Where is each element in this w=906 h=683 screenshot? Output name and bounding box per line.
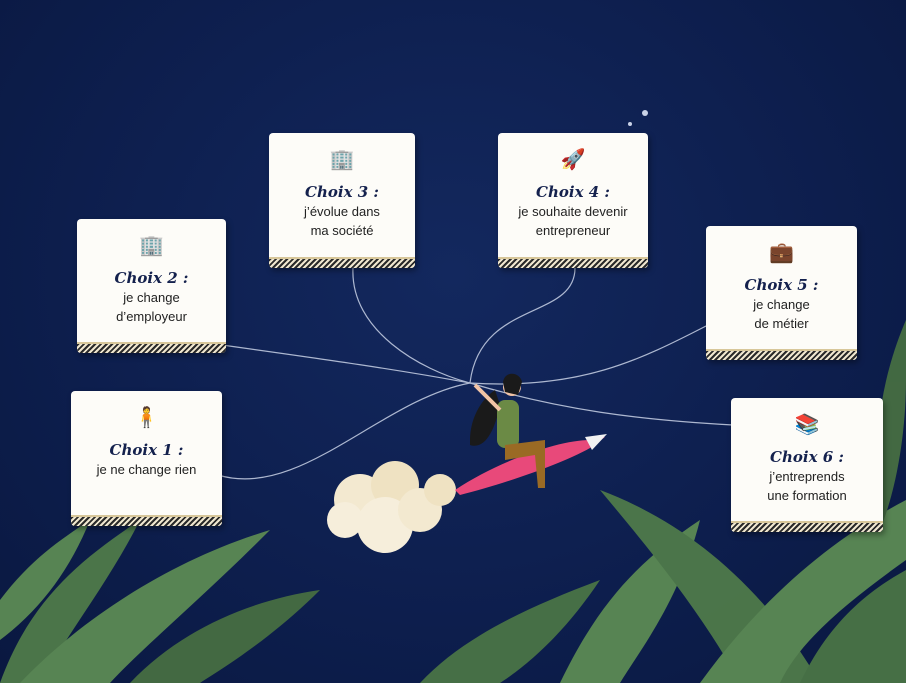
- card-stripe: [498, 257, 648, 268]
- buildings-transfer-icon: 🏢: [139, 235, 164, 257]
- choice-desc-line1: je change: [753, 297, 810, 312]
- choice-title: Choix 6 :: [770, 448, 844, 466]
- woman-on-pen: [455, 373, 607, 495]
- choice-desc-line2: ma société: [310, 223, 374, 238]
- person-arrows-icon: 🧍: [134, 407, 159, 429]
- choice-card-3[interactable]: 🏢 Choix 3 : j’évolue dans ma société: [269, 133, 415, 268]
- card-stripe: [269, 257, 415, 268]
- choice-desc-line1: je ne change rien: [96, 462, 197, 477]
- rocket-icon: 🚀: [560, 149, 586, 171]
- books-graduation-icon: 📚: [794, 414, 820, 436]
- card-stripe: [731, 521, 883, 532]
- choice-desc-line2: entrepreneur: [535, 223, 611, 238]
- choice-title: Choix 4 :: [536, 183, 610, 201]
- choice-desc-line1: je change: [123, 290, 180, 305]
- choice-title: Choix 5 :: [744, 276, 819, 294]
- cloud: [327, 461, 456, 553]
- choice-card-4[interactable]: 🚀 Choix 4 : je souhaite devenir entrepre…: [498, 133, 648, 268]
- choice-card-5[interactable]: 💼 Choix 5 : je change de métier: [706, 226, 857, 360]
- card-stripe: [706, 349, 857, 360]
- strings: [217, 267, 734, 480]
- choice-title: Choix 2 :: [114, 269, 189, 287]
- choice-desc-line2: une formation: [767, 488, 847, 503]
- choice-desc-line1: j’entreprends: [769, 469, 845, 484]
- choice-title: Choix 1 :: [109, 441, 184, 459]
- briefcase-wand-icon: 💼: [769, 242, 794, 264]
- bubble: [642, 110, 648, 116]
- choice-card-2[interactable]: 🏢 Choix 2 : je change d’employeur: [77, 219, 226, 353]
- card-stripe: [77, 342, 226, 353]
- choice-desc-line1: je souhaite devenir: [518, 204, 628, 219]
- choice-card-1[interactable]: 🧍 Choix 1 : je ne change rien: [71, 391, 222, 526]
- building-briefcase-icon: 🏢: [329, 149, 355, 171]
- choice-desc-line1: j’évolue dans: [304, 204, 380, 219]
- choice-desc-line2: de métier: [754, 316, 809, 331]
- card-stripe: [71, 515, 222, 526]
- choice-card-6[interactable]: 📚 Choix 6 : j’entreprends une formation: [731, 398, 883, 532]
- choice-desc-line2: d’employeur: [116, 309, 187, 324]
- bubble: [628, 122, 632, 126]
- choice-title: Choix 3 :: [305, 183, 379, 201]
